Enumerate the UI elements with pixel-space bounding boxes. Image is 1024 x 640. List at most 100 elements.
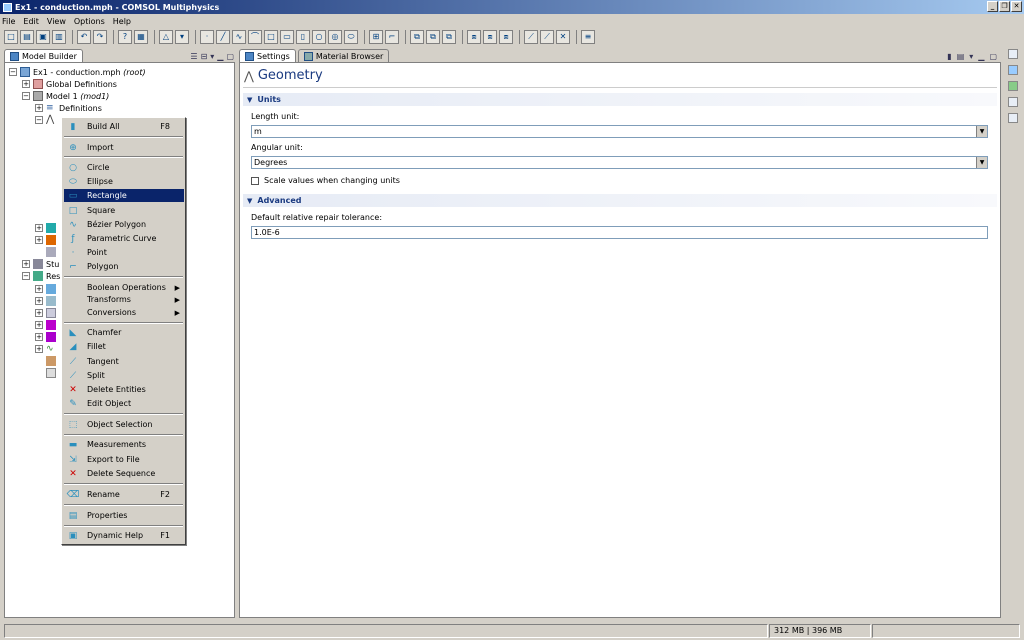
- expand-icon[interactable]: +: [35, 333, 43, 341]
- split-icon[interactable]: ⟋: [524, 30, 538, 44]
- menu-item-conversions[interactable]: Conversions ▶: [64, 306, 184, 319]
- tree-node-export[interactable]: [46, 355, 59, 367]
- menu-file[interactable]: File: [2, 17, 15, 26]
- angular-unit-select[interactable]: Degrees ▼: [251, 156, 988, 169]
- menu-options[interactable]: Options: [74, 17, 105, 26]
- point-icon[interactable]: ·: [200, 30, 214, 44]
- menu-item-bezier-polygon[interactable]: ∿ Bézier Polygon: [64, 218, 184, 231]
- menu-item-polygon[interactable]: ⌐ Polygon: [64, 260, 184, 273]
- menu-item-rectangle[interactable]: ▭ Rectangle: [64, 189, 184, 202]
- graphics-icon[interactable]: [1008, 65, 1018, 75]
- array-icon[interactable]: ⧈: [499, 30, 513, 44]
- minimize-icon[interactable]: ▁: [217, 52, 223, 61]
- menu-item-delete-sequence[interactable]: ✕ Delete Sequence: [64, 467, 184, 480]
- tree-node-global-definitions[interactable]: + Global Definitions: [22, 78, 117, 90]
- menu-item-point[interactable]: · Point: [64, 246, 184, 259]
- menu-item-fillet[interactable]: ◢ Fillet: [64, 340, 184, 353]
- tree-node-definitions[interactable]: + ≡ Definitions: [35, 102, 102, 114]
- grid-icon[interactable]: ⊞: [369, 30, 383, 44]
- mirror-icon[interactable]: ⧈: [467, 30, 481, 44]
- menu-item-build-all[interactable]: ▮ Build All F8: [64, 120, 184, 133]
- tree-node-plot-group-1[interactable]: +: [35, 319, 59, 331]
- menu-item-edit-object[interactable]: ✎ Edit Object: [64, 397, 184, 410]
- save-icon[interactable]: ▣: [36, 30, 50, 44]
- polygon-icon[interactable]: ⌒: [248, 30, 262, 44]
- scale-values-checkbox[interactable]: [251, 176, 259, 185]
- expand-icon[interactable]: +: [35, 224, 43, 232]
- measure-icon[interactable]: ≡: [581, 30, 595, 44]
- menu-item-transforms[interactable]: Transforms ▶: [64, 293, 184, 306]
- tree-node-report[interactable]: [46, 367, 59, 379]
- collapse-icon[interactable]: ⊟: [201, 52, 208, 61]
- circle-center-icon[interactable]: ◎: [328, 30, 342, 44]
- length-unit-select[interactable]: m ▼: [251, 125, 988, 138]
- new-icon[interactable]: □: [4, 30, 18, 44]
- redo-icon[interactable]: ↷: [93, 30, 107, 44]
- tree-node-root[interactable]: − Ex1 - conduction.mph (root): [9, 66, 146, 78]
- menu-view[interactable]: View: [47, 17, 66, 26]
- open-icon[interactable]: ▤: [20, 30, 34, 44]
- help-icon[interactable]: ?: [118, 30, 132, 44]
- line-icon[interactable]: ╱: [216, 30, 230, 44]
- chevron-down-icon[interactable]: ▼: [976, 157, 987, 168]
- tolerance-input[interactable]: 1.0E-6: [251, 226, 988, 239]
- tree-node-plot-group-2[interactable]: +: [35, 331, 59, 343]
- show-icon[interactable]: ☰: [190, 52, 197, 61]
- menu-item-import[interactable]: ⊕ Import: [64, 141, 184, 154]
- screenshot-icon[interactable]: ▦: [134, 30, 148, 44]
- tree-node-data-sets[interactable]: +: [35, 283, 59, 295]
- tree-node-tables[interactable]: +: [35, 307, 59, 319]
- expand-icon[interactable]: +: [35, 309, 43, 317]
- table-icon[interactable]: [1008, 113, 1018, 123]
- menu-icon[interactable]: ▾: [969, 52, 973, 61]
- expand-icon[interactable]: +: [35, 345, 43, 353]
- close-button[interactable]: ✕: [1011, 1, 1022, 12]
- tree-node-derived-values[interactable]: +: [35, 295, 59, 307]
- bezier-icon[interactable]: ∿: [232, 30, 246, 44]
- expand-icon[interactable]: +: [35, 104, 43, 112]
- collapse-icon[interactable]: −: [9, 68, 17, 76]
- menu-edit[interactable]: Edit: [23, 17, 39, 26]
- expand-icon[interactable]: +: [35, 285, 43, 293]
- tangent-icon[interactable]: ⟋: [540, 30, 554, 44]
- expand-icon[interactable]: +: [35, 236, 43, 244]
- circle-icon[interactable]: ○: [312, 30, 326, 44]
- menu-item-tangent[interactable]: ⟋ Tangent: [64, 355, 184, 368]
- print-icon[interactable]: ▥: [52, 30, 66, 44]
- maximize-icon[interactable]: ▢: [989, 52, 997, 61]
- collapse-icon[interactable]: −: [22, 92, 30, 100]
- menu-item-square[interactable]: □ Square: [64, 204, 184, 217]
- restore-icon[interactable]: [1008, 49, 1018, 59]
- show-window-icon[interactable]: ▤: [957, 52, 965, 61]
- tree-node-plot-group-3[interactable]: + ∿: [35, 343, 59, 355]
- menu-item-delete-entities[interactable]: ✕ Delete Entities: [64, 383, 184, 396]
- menu-item-measurements[interactable]: ▬ Measurements: [64, 438, 184, 451]
- tree-node-geometry[interactable]: − ⋀: [35, 114, 59, 126]
- menu-item-split[interactable]: ⟋ Split: [64, 369, 184, 382]
- union-icon[interactable]: ⧉: [410, 30, 424, 44]
- minimize-icon[interactable]: ▁: [978, 52, 984, 61]
- expand-icon[interactable]: +: [22, 260, 30, 268]
- rectangle-corner-icon[interactable]: ▯: [296, 30, 310, 44]
- expand-icon[interactable]: +: [35, 321, 43, 329]
- maximize-icon[interactable]: ▢: [226, 52, 234, 61]
- dropdown-icon[interactable]: ▾: [175, 30, 189, 44]
- menu-item-properties[interactable]: ▤ Properties: [64, 509, 184, 522]
- restore-button[interactable]: ❐: [999, 1, 1010, 12]
- undo-icon[interactable]: ↶: [77, 30, 91, 44]
- menu-item-dynamic-help[interactable]: ▣ Dynamic Help F1: [64, 529, 184, 542]
- rectangle-icon[interactable]: ▭: [280, 30, 294, 44]
- menu-item-chamfer[interactable]: ◣ Chamfer: [64, 326, 184, 339]
- show-icon[interactable]: ▮: [947, 52, 951, 61]
- delete-icon[interactable]: ✕: [556, 30, 570, 44]
- axis-icon[interactable]: ⌐: [385, 30, 399, 44]
- section-advanced-header[interactable]: ▼ Advanced: [243, 194, 997, 207]
- collapse-icon[interactable]: −: [22, 272, 30, 280]
- chevron-down-icon[interactable]: ▼: [976, 126, 987, 137]
- geometry-icon[interactable]: △: [159, 30, 173, 44]
- ellipse-icon[interactable]: ⬭: [344, 30, 358, 44]
- menu-item-parametric-curve[interactable]: ƒ Parametric Curve: [64, 232, 184, 245]
- minimize-button[interactable]: _: [987, 1, 998, 12]
- log-icon[interactable]: [1008, 97, 1018, 107]
- tree-node-results[interactable]: − Res: [22, 270, 60, 282]
